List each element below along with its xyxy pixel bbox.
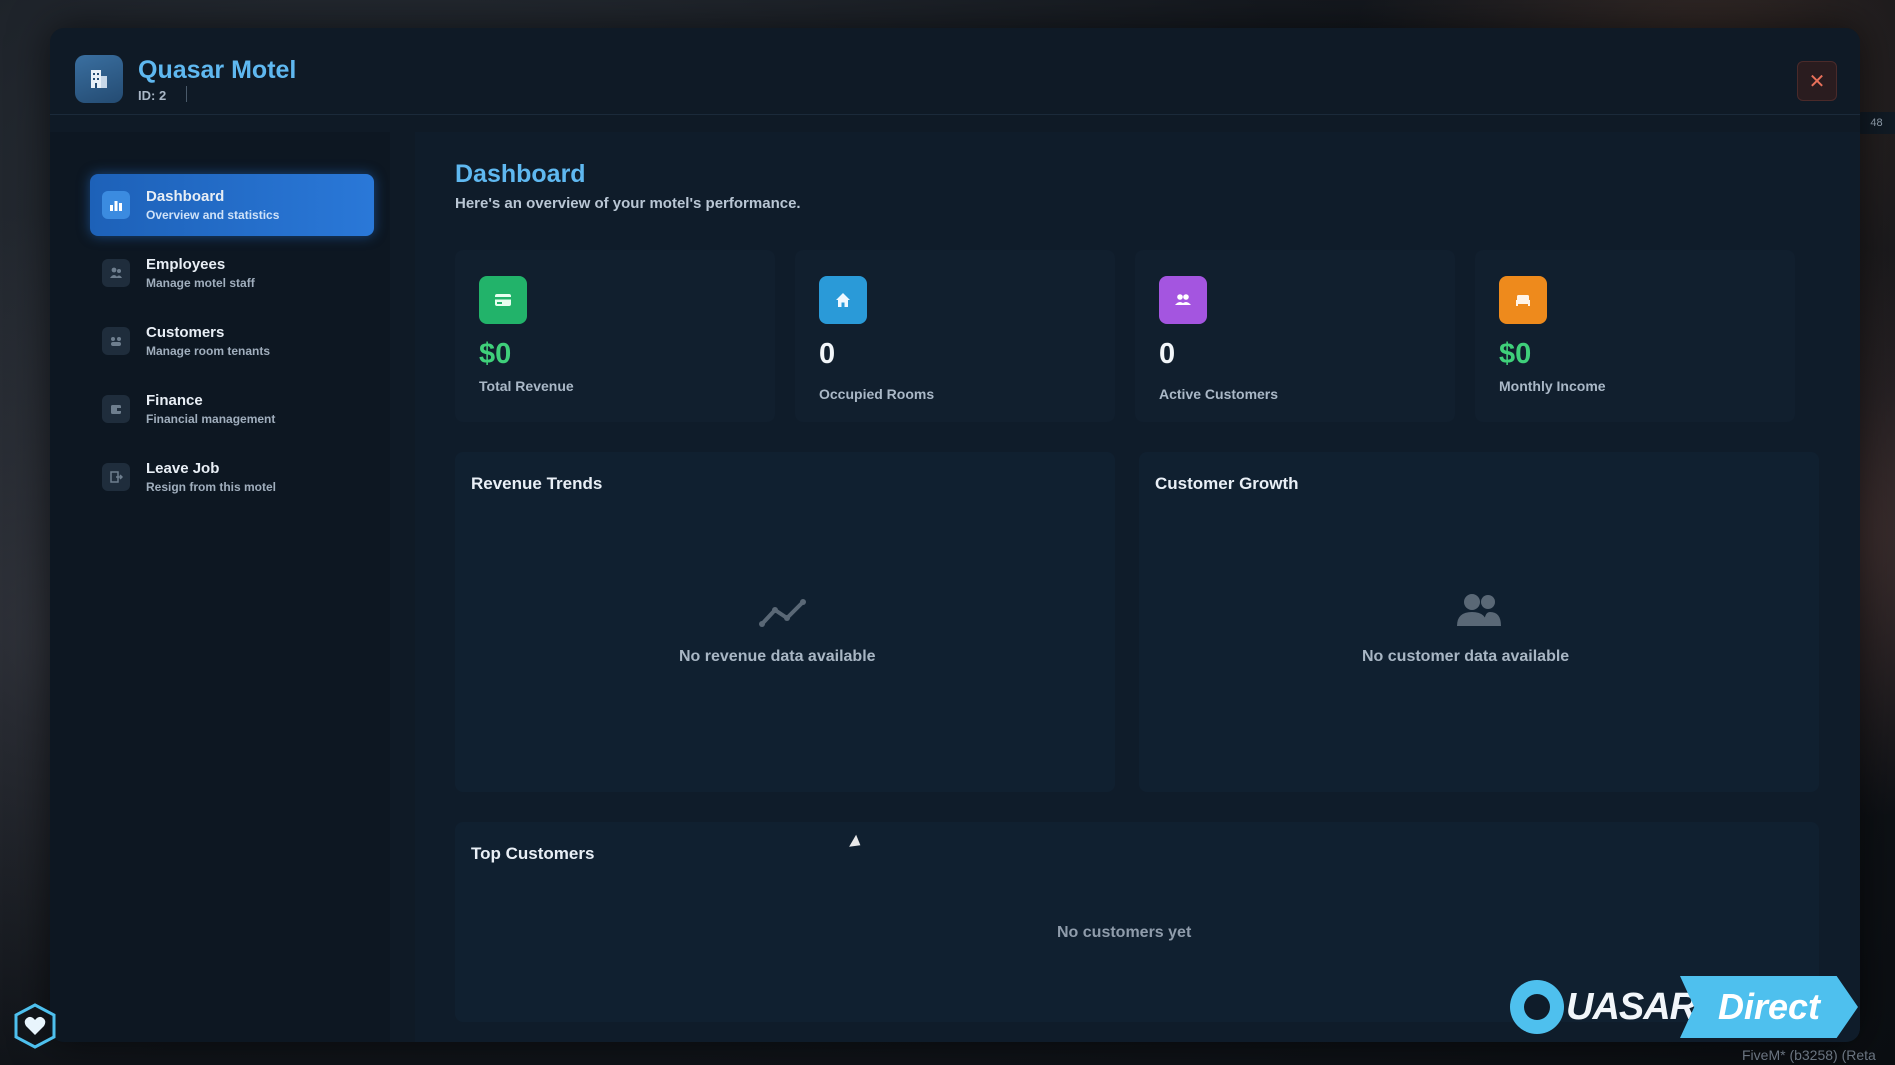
- main-content: Dashboard Here's an overview of your mot…: [415, 132, 1860, 1042]
- exit-icon: [102, 463, 130, 491]
- revenue-trends-panel: Revenue Trends No revenue data available: [455, 452, 1115, 792]
- sidebar-item-sub: Resign from this motel: [146, 480, 277, 494]
- customer-growth-panel: Customer Growth No customer data availab…: [1139, 452, 1819, 792]
- panel-title: Revenue Trends: [471, 474, 603, 493]
- building-icon: [75, 55, 123, 103]
- sidebar-item-label: Finance: [146, 392, 203, 409]
- stat-value: 0: [1159, 338, 1176, 370]
- stat-card-monthly-income: $0 Monthly Income: [1475, 250, 1795, 422]
- users-icon: [1159, 276, 1207, 324]
- sidebar-item-sub: Financial management: [146, 412, 276, 426]
- stat-value: $0: [479, 338, 512, 370]
- footer-build-text: FiveM* (b3258) (Reta: [1742, 1047, 1876, 1063]
- stat-card-total-revenue: $0 Total Revenue: [455, 250, 775, 422]
- line-chart-icon: [759, 599, 806, 627]
- empty-state-text: No customers yet: [1057, 924, 1192, 941]
- brand-text: UASAR: [1566, 986, 1697, 1028]
- sidebar-item-sub: Overview and statistics: [146, 208, 280, 222]
- side-badge: 48: [1858, 112, 1895, 134]
- header-divider: [186, 86, 187, 102]
- page-title: Dashboard: [455, 160, 586, 188]
- page-subtitle: Here's an overview of your motel's perfo…: [455, 195, 801, 212]
- stat-label: Total Revenue: [479, 378, 574, 394]
- panel-title: Customer Growth: [1155, 474, 1299, 493]
- sidebar-item-finance[interactable]: Finance Financial management: [90, 378, 374, 440]
- customers-icon: [102, 327, 130, 355]
- sidebar-item-label: Dashboard: [146, 188, 225, 205]
- sidebar-item-customers[interactable]: Customers Manage room tenants: [90, 310, 374, 372]
- stat-card-active-customers: 0 Active Customers: [1135, 250, 1455, 422]
- brand-direct-badge: Direct: [1680, 976, 1858, 1038]
- users-icon: [102, 259, 130, 287]
- motel-window: Quasar Motel ID: 2 ✕ Dashboard Overview …: [50, 28, 1860, 1042]
- close-icon: ✕: [1808, 70, 1826, 93]
- sidebar-item-label: Leave Job: [146, 460, 220, 477]
- app-title: Quasar Motel: [138, 56, 297, 84]
- sidebar-item-dashboard[interactable]: Dashboard Overview and statistics: [90, 174, 374, 236]
- panel-title: Top Customers: [471, 844, 595, 863]
- empty-state-text: No customer data available: [1362, 648, 1570, 665]
- sidebar-item-leave-job[interactable]: Leave Job Resign from this motel: [90, 446, 374, 508]
- heart-shield-icon[interactable]: [14, 1003, 56, 1049]
- sidebar-item-label: Employees: [146, 256, 226, 273]
- app-id: ID: 2: [138, 88, 167, 103]
- card-icon: [479, 276, 527, 324]
- chart-icon: [102, 191, 130, 219]
- stat-label: Active Customers: [1159, 386, 1279, 402]
- quasar-direct-logo: UASAR Direct: [1510, 976, 1860, 1040]
- empty-state-text: No revenue data available: [679, 648, 876, 665]
- close-button[interactable]: ✕: [1797, 61, 1837, 101]
- window-header: Quasar Motel ID: 2 ✕: [50, 28, 1860, 115]
- users-icon: [1457, 594, 1501, 626]
- stat-value: $0: [1499, 338, 1532, 370]
- stat-label: Occupied Rooms: [819, 386, 935, 402]
- sidebar-item-sub: Manage room tenants: [146, 344, 271, 358]
- quasar-q-icon: [1510, 980, 1564, 1034]
- stat-value: 0: [819, 338, 836, 370]
- home-icon: [819, 276, 867, 324]
- wallet-icon: [102, 395, 130, 423]
- bed-icon: [1499, 276, 1547, 324]
- sidebar-item-sub: Manage motel staff: [146, 276, 255, 290]
- brand-direct-text: Direct: [1717, 986, 1821, 1027]
- stat-card-occupied-rooms: 0 Occupied Rooms: [795, 250, 1115, 422]
- sidebar-item-label: Customers: [146, 324, 225, 341]
- stat-label: Monthly Income: [1499, 378, 1606, 394]
- sidebar: Dashboard Overview and statistics Employ…: [50, 132, 390, 1042]
- sidebar-item-employees[interactable]: Employees Manage motel staff: [90, 242, 374, 304]
